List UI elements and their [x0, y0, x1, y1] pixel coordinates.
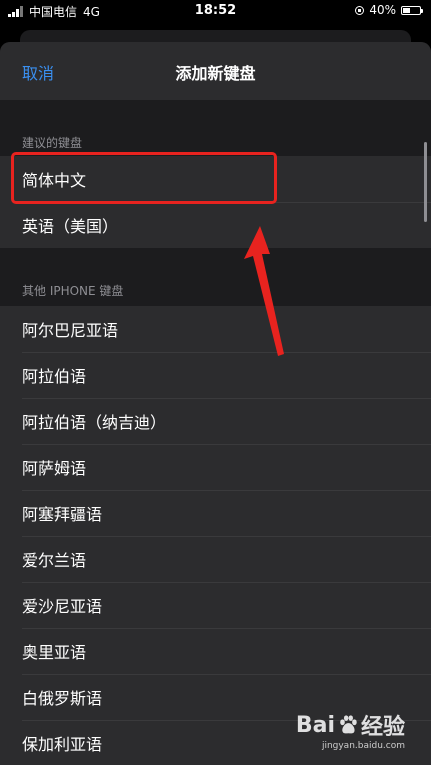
highlight-box: [11, 152, 277, 204]
baidu-paw-icon: [340, 715, 357, 734]
keyboard-item-odia[interactable]: 奥里亚语: [0, 628, 431, 674]
red-arrow-icon: [244, 226, 284, 356]
keyboard-item-albanian[interactable]: 阿尔巴尼亚语: [0, 306, 431, 352]
watermark-url: jingyan.baidu.com: [321, 741, 405, 751]
other-section-header: 其他 IPHONE 键盘: [22, 284, 124, 298]
status-right: 40%: [355, 3, 423, 17]
other-keyboard-group: 阿尔巴尼亚语 阿拉伯语 阿拉伯语（纳吉迪） 阿萨姆语 阿塞拜疆语 爱尔兰语 爱沙…: [0, 306, 431, 765]
scroll-indicator[interactable]: [424, 142, 427, 222]
battery-percent: 40%: [369, 3, 396, 17]
keyboard-item-english-us[interactable]: 英语（美国）: [0, 202, 431, 248]
suggested-section-header: 建议的键盘: [22, 136, 83, 150]
screen: 中国电信 4G 18:52 40% 取消 添加新键盘 建议的键盘 简体中文 英语…: [0, 0, 431, 765]
keyboard-item-azerbaijani[interactable]: 阿塞拜疆语: [0, 490, 431, 536]
watermark-brand-suffix: 经验: [360, 715, 405, 740]
keyboard-item-assamese[interactable]: 阿萨姆语: [0, 444, 431, 490]
battery-icon: [401, 5, 423, 15]
add-keyboard-sheet: 取消 添加新键盘 建议的键盘 简体中文 英语（美国） 其他 IPHONE 键盘 …: [0, 42, 431, 765]
watermark-brand: Bai 经验: [296, 709, 405, 741]
watermark-brand-text: Bai: [295, 712, 335, 738]
page-title: 添加新键盘: [175, 64, 256, 83]
baidu-watermark: Bai 经验 jingyan.baidu.com: [296, 709, 405, 752]
keyboard-item-estonian[interactable]: 爱沙尼亚语: [0, 582, 431, 628]
keyboard-item-arabic[interactable]: 阿拉伯语: [0, 352, 431, 398]
keyboard-item-arabic-najdi[interactable]: 阿拉伯语（纳吉迪）: [0, 398, 431, 444]
status-bar: 中国电信 4G 18:52 40%: [0, 0, 431, 22]
rotation-lock-icon: [355, 5, 365, 15]
nav-bar: 取消 添加新键盘: [0, 42, 431, 100]
keyboard-item-irish[interactable]: 爱尔兰语: [0, 536, 431, 582]
